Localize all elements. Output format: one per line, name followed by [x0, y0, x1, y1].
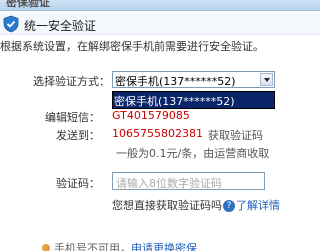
chevron-down-icon[interactable]: [260, 73, 273, 86]
method-dropdown-list[interactable]: 密保手机(137******52): [112, 91, 275, 109]
method-label: 选择验证方式：: [33, 75, 110, 88]
learn-more-link[interactable]: 了解详情: [236, 199, 280, 212]
verification-code-input[interactable]: 请输入8位数字验证码: [112, 172, 265, 190]
method-selected-value: 密保手机(137******52): [115, 75, 236, 88]
section-title: 统一安全验证: [24, 19, 97, 33]
section-header: 统一安全验证: [0, 13, 320, 35]
send-to-number: 1065755802381: [112, 127, 203, 140]
sms-code: GT401579085: [112, 109, 190, 122]
footer-note: 手机号不可用，申请更换密保: [54, 240, 197, 251]
sms-label: 编辑短信：: [45, 111, 100, 124]
footer-link[interactable]: 申请更换密保: [131, 242, 197, 251]
method-option[interactable]: 密保手机(137******52): [114, 93, 235, 109]
send-to-label: 发送到：: [56, 129, 100, 142]
window-title: 密保验证: [6, 0, 50, 9]
verification-method-select[interactable]: 密保手机(137******52): [112, 71, 275, 88]
footer-text: 手机号不可用，: [54, 242, 131, 251]
help-row: 您想直接获取验证码吗? 了解详情: [112, 197, 280, 213]
question-icon: ?: [223, 200, 235, 212]
get-code-text: 获取验证码: [208, 129, 263, 142]
shield-icon: [3, 15, 19, 33]
bullet-icon: [42, 244, 50, 251]
notice-text: 根据系统设置，在解绑密保手机前需要进行安全验证。: [0, 40, 264, 53]
code-label: 验证码：: [56, 177, 100, 190]
code-placeholder: 请输入8位数字验证码: [116, 177, 222, 190]
fee-note: 一般为0.1元/条，由运营商收取: [116, 147, 270, 160]
verification-panel: 统一安全验证 根据系统设置，在解绑密保手机前需要进行安全验证。 选择验证方式： …: [0, 11, 320, 251]
help-text: 您想直接获取验证码吗: [112, 199, 222, 212]
window-titlebar: 密保验证: [0, 0, 320, 11]
